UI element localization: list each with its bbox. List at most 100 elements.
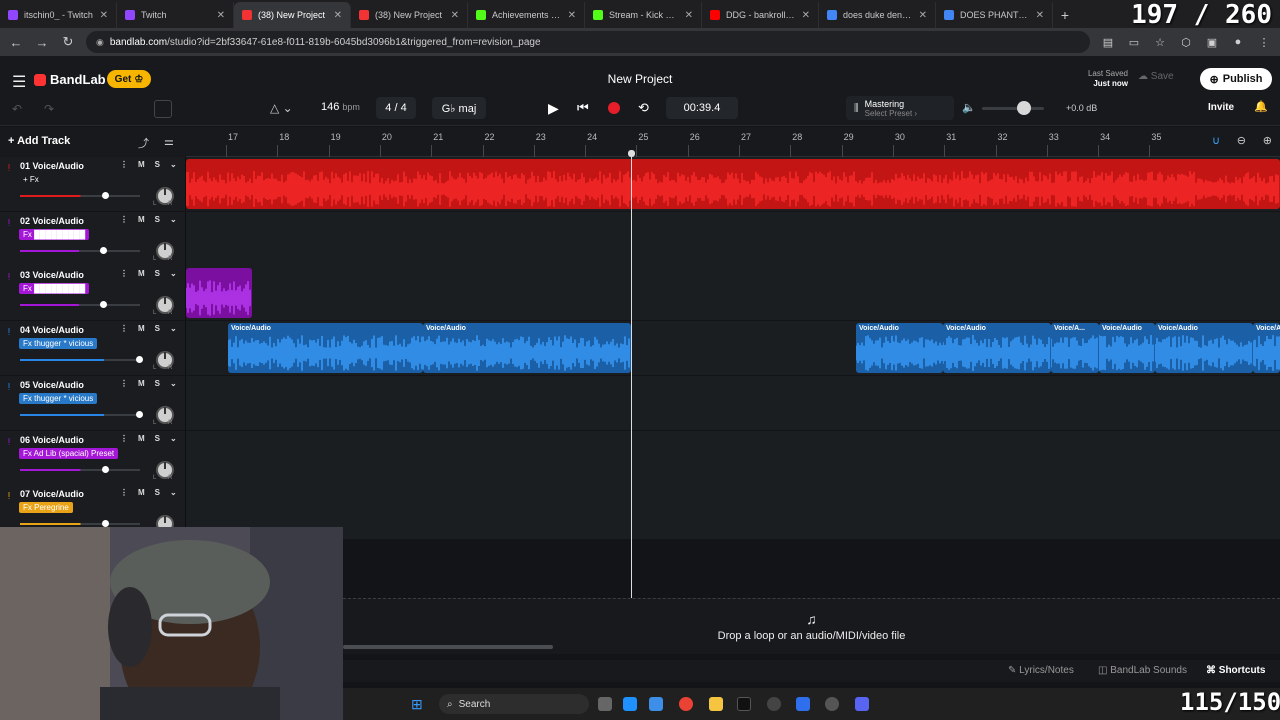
more-icon[interactable]: ⋮ <box>120 434 128 443</box>
track-volume-knob[interactable] <box>136 410 143 418</box>
mute-button[interactable]: M <box>138 434 145 443</box>
snap-icon[interactable]: ∪ <box>1212 134 1220 147</box>
track-name[interactable]: 06 Voice/Audio <box>20 435 84 445</box>
track-volume-slider[interactable] <box>20 359 140 362</box>
track-name[interactable]: 07 Voice/Audio <box>20 489 84 499</box>
chevron-down-icon[interactable]: ⌄ <box>170 434 177 443</box>
track-volume-knob[interactable] <box>100 301 107 309</box>
media-icon[interactable] <box>825 697 839 711</box>
track-fx-badge[interactable]: + Fx <box>19 174 43 185</box>
track-controls[interactable]: 04 Voice/Audio ᴉ ⋮ M S ⌄ Fx thugger * vicio… <box>0 321 186 376</box>
browser-tab[interactable]: Achievements - Kick ✕ <box>468 2 585 28</box>
audio-clip[interactable]: Voice/Audio <box>943 323 1051 374</box>
store-icon[interactable] <box>649 697 663 711</box>
sidepanel-icon[interactable]: ▣ <box>1204 36 1220 49</box>
tool-icon[interactable] <box>154 100 172 118</box>
track-controls[interactable]: 03 Voice/Audio ᴉ ⋮ M S ⌄ Fx █████████ L R <box>0 266 186 321</box>
add-track-button[interactable]: + Add Track <box>8 135 70 147</box>
site-info-icon[interactable]: ◉ <box>96 37 104 48</box>
chevron-down-icon[interactable]: ⌄ <box>170 160 177 169</box>
track-controls[interactable]: 06 Voice/Audio ᴉ ⋮ M S ⌄ Fx Ad Lib (spacial… <box>0 430 186 485</box>
track-controls[interactable]: 05 Voice/Audio ᴉ ⋮ M S ⌄ Fx thugger * vicio… <box>0 375 186 430</box>
chevron-down-icon[interactable]: ⌄ <box>170 324 177 333</box>
track-lane[interactable] <box>186 430 1280 485</box>
audio-clip[interactable]: Voice/A... <box>1253 323 1280 374</box>
obs-icon[interactable] <box>767 697 781 711</box>
more-icon[interactable]: ⋮ <box>120 160 128 169</box>
profile-icon[interactable]: ● <box>1230 36 1246 48</box>
hamburger-menu-icon[interactable]: ☰ <box>12 72 26 92</box>
more-icon[interactable]: ⋮ <box>120 488 128 497</box>
track-fx-badge[interactable]: Fx thugger * vicious <box>19 392 98 404</box>
audio-clip[interactable]: Voice/Audio <box>423 323 631 374</box>
mute-button[interactable]: M <box>138 379 145 388</box>
close-tab-icon[interactable]: ✕ <box>919 10 927 21</box>
close-tab-icon[interactable]: ✕ <box>802 10 810 21</box>
track-volume-knob[interactable] <box>100 246 107 254</box>
invite-button[interactable]: Invite <box>1208 102 1234 113</box>
master-volume-slider[interactable] <box>982 107 1044 110</box>
project-title[interactable]: New Project <box>540 72 740 86</box>
redo-icon[interactable]: ↷ <box>44 102 54 116</box>
track-volume-slider[interactable] <box>20 304 140 307</box>
bandlab-logo[interactable]: BandLab <box>34 72 106 87</box>
zoom-in-icon[interactable]: ⊕ <box>1263 134 1272 147</box>
speaker-icon[interactable]: 🔈 <box>962 101 976 114</box>
undo-icon[interactable]: ↶ <box>12 102 22 116</box>
get-membership-button[interactable]: Get ♔ <box>107 70 151 88</box>
chevron-down-icon[interactable]: ⌄ <box>170 215 177 224</box>
track-lane[interactable] <box>186 211 1280 266</box>
solo-button[interactable]: S <box>155 269 160 278</box>
publish-button[interactable]: ⊕ Publish <box>1200 68 1272 90</box>
track-volume-slider[interactable] <box>20 249 140 252</box>
play-icon[interactable]: ▶ <box>548 100 559 117</box>
settings-icon[interactable]: ⚌ <box>164 135 174 148</box>
record-icon[interactable] <box>608 102 620 114</box>
playhead-handle[interactable] <box>628 150 635 157</box>
track-volume-knob[interactable] <box>136 356 143 364</box>
audio-clip[interactable]: Voice/Audio <box>856 323 943 374</box>
solo-button[interactable]: S <box>155 324 160 333</box>
mastering-selector[interactable]: ⫼ Mastering Select Preset › <box>846 96 954 120</box>
track-lane[interactable] <box>186 157 1280 211</box>
solo-button[interactable]: S <box>155 379 160 388</box>
close-tab-icon[interactable]: ✕ <box>334 10 342 21</box>
taskbar-search[interactable]: ⌕ Search <box>439 694 589 714</box>
audio-clip[interactable] <box>186 268 252 319</box>
close-tab-icon[interactable]: ✕ <box>1036 10 1044 21</box>
star-icon[interactable]: ☆ <box>1152 36 1168 49</box>
browser-tab[interactable]: DDG - bankroll (Offi ✕ <box>702 2 819 28</box>
close-tab-icon[interactable]: ✕ <box>451 10 459 21</box>
track-name[interactable]: 04 Voice/Audio <box>20 325 84 335</box>
more-icon[interactable]: ⋮ <box>120 379 128 388</box>
tiktok-icon[interactable] <box>737 697 751 711</box>
cast-icon[interactable]: ▭ <box>1126 36 1142 49</box>
browser-tab[interactable]: (38) New Project ✕ <box>351 2 468 28</box>
track-volume-knob[interactable] <box>102 465 110 473</box>
new-tab-button[interactable]: + <box>1053 2 1077 28</box>
save-button[interactable]: ☁ Save <box>1138 71 1174 82</box>
rewind-icon[interactable]: ⏮ <box>577 100 589 116</box>
track-fx-badge[interactable]: Fx █████████ <box>19 228 90 240</box>
track-volume-slider[interactable] <box>20 413 140 416</box>
audio-clip[interactable]: Voice/Audio <box>228 323 423 374</box>
track-fx-badge[interactable]: Fx thugger * vicious <box>19 338 98 350</box>
metronome-icon[interactable]: △ ⌄ <box>270 101 293 115</box>
mute-button[interactable]: M <box>138 269 145 278</box>
track-volume-slider[interactable] <box>20 468 140 471</box>
browser-tab[interactable]: (38) New Project ✕ <box>234 2 351 28</box>
horizontal-scrollbar[interactable] <box>343 645 553 649</box>
track-name[interactable]: 01 Voice/Audio <box>20 161 84 171</box>
playhead[interactable] <box>631 152 632 652</box>
audio-clip[interactable]: Voice/Audio <box>1155 323 1253 374</box>
browser-tab[interactable]: Stream - Kick Dash ✕ <box>585 2 702 28</box>
track-lane[interactable] <box>186 375 1280 430</box>
reload-icon[interactable]: ↻ <box>60 34 76 50</box>
track-fx-badge[interactable]: Fx Peregrine <box>19 502 73 514</box>
chevron-down-icon[interactable]: ⌄ <box>170 269 177 278</box>
chevron-down-icon[interactable]: ⌄ <box>170 379 177 388</box>
audio-clip[interactable]: Voice/Audio <box>1099 323 1155 374</box>
close-tab-icon[interactable]: ✕ <box>685 10 693 21</box>
track-fx-badge[interactable]: Fx █████████ <box>19 283 90 295</box>
zoom-out-icon[interactable]: ⊖ <box>1237 134 1246 147</box>
